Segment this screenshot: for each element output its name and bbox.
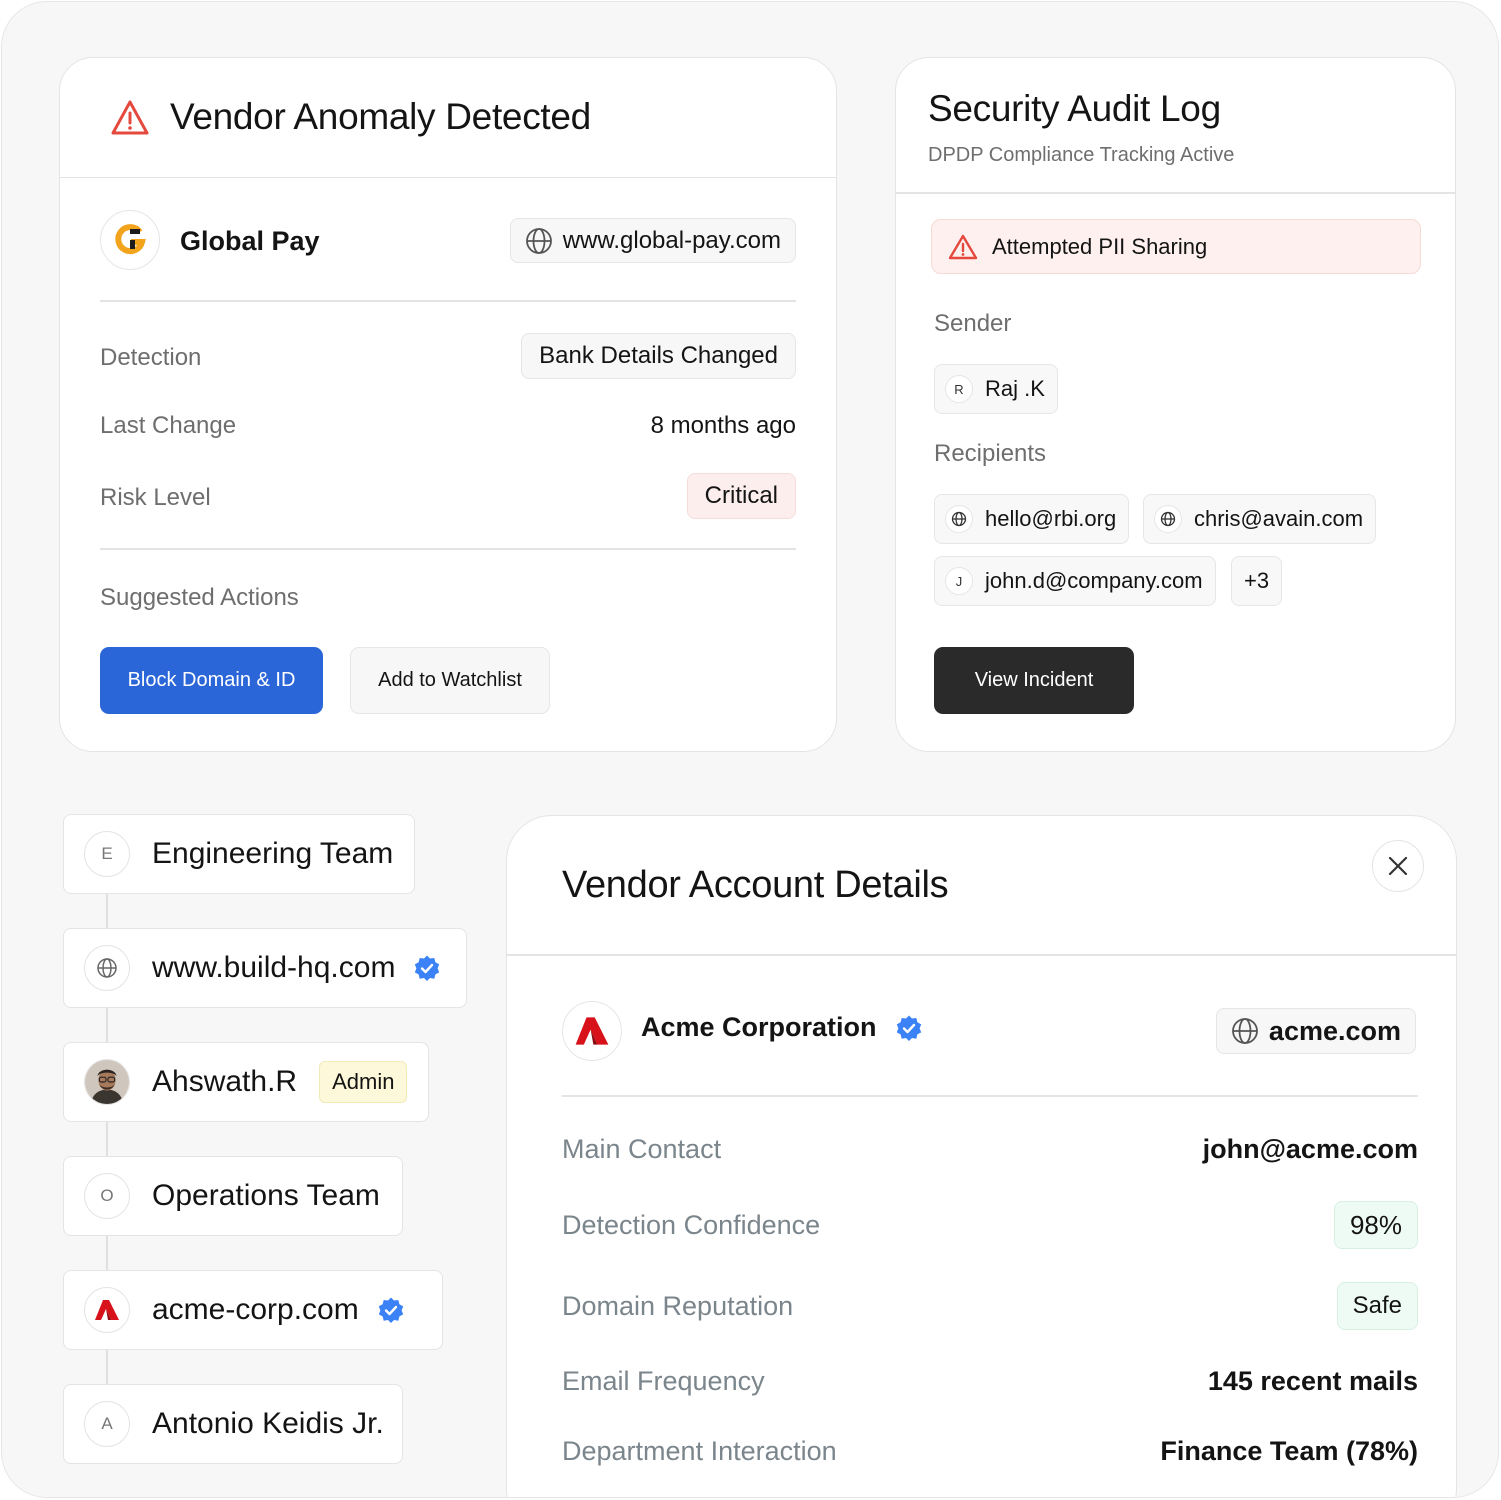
canvas: Vendor Anomaly Detected Global Pay www.g… (1, 1, 1499, 1498)
tree-item-label: Ahswath.R (152, 1065, 298, 1098)
tree-item-ahswath[interactable]: Ahswath.R Admin (63, 1042, 429, 1122)
recipient-chip[interactable]: chris@avain.com (1143, 494, 1377, 544)
risk-level-label: Risk Level (100, 484, 211, 511)
recipient-chip[interactable]: J john.d@company.com (934, 556, 1216, 606)
vendor-url-chip[interactable]: acme.com (1215, 1008, 1416, 1054)
recipient-email: hello@rbi.org (985, 506, 1117, 531)
anomaly-card-header: Vendor Anomaly Detected (60, 58, 836, 178)
audit-card-title: Security Audit Log (928, 88, 1221, 129)
detection-value: Bank Details Changed (521, 333, 796, 379)
divider (896, 192, 1455, 194)
user-initial: A (84, 1401, 130, 1447)
divider (100, 548, 796, 550)
recipient-email: john.d@company.com (985, 568, 1203, 593)
recipient-email: chris@avain.com (1194, 506, 1364, 531)
acme-logo-icon (84, 1287, 130, 1333)
tree-connector (106, 1006, 108, 1044)
tree-item-operations-team[interactable]: O Operations Team (63, 1156, 403, 1236)
globe-icon (945, 505, 973, 533)
acme-logo-icon (575, 1017, 609, 1045)
global-pay-logo-icon (115, 224, 146, 255)
close-button[interactable] (1372, 840, 1424, 892)
verified-badge-icon (378, 1297, 403, 1323)
risk-level-badge: Critical (686, 473, 796, 519)
tree-item-label: Operations Team (152, 1179, 380, 1212)
admin-badge: Admin (319, 1061, 408, 1103)
sender-initial: R (945, 375, 973, 403)
email-frequency-value: 145 recent mails (1207, 1366, 1418, 1396)
main-contact-value: john@acme.com (1202, 1134, 1418, 1164)
detection-confidence-badge: 98% (1333, 1201, 1418, 1249)
tree-item-acme-corp[interactable]: acme-corp.com (63, 1270, 443, 1350)
divider (507, 954, 1456, 956)
avatar (84, 1059, 130, 1105)
vendor-anomaly-card: Vendor Anomaly Detected Global Pay www.g… (59, 57, 837, 752)
department-interaction-value: Finance Team (78%) (1160, 1436, 1418, 1466)
recipient-chip[interactable]: hello@rbi.org (934, 494, 1130, 544)
sender-name: Raj .K (985, 376, 1045, 401)
email-frequency-label: Email Frequency (562, 1366, 765, 1396)
alert-text: Attempted PII Sharing (992, 233, 1208, 259)
vendor-url: acme.com (1268, 1015, 1401, 1046)
global-pay-logo (100, 210, 160, 270)
tree-item-label: www.build-hq.com (152, 951, 396, 984)
tree-item-label: Antonio Keidis Jr. (152, 1407, 384, 1440)
tree-item-label: Engineering Team (152, 837, 394, 870)
sender-chip[interactable]: R Raj .K (934, 364, 1058, 414)
suggested-actions-label: Suggested Actions (100, 584, 299, 611)
tree-item-build-hq[interactable]: www.build-hq.com (63, 928, 467, 1008)
divider (100, 300, 796, 302)
tree-connector (106, 1120, 108, 1158)
tree-connector (106, 1348, 108, 1386)
tree-item-antonio[interactable]: A Antonio Keidis Jr. (63, 1384, 403, 1464)
domain-reputation-badge: Safe (1336, 1282, 1418, 1330)
tree-item-engineering-team[interactable]: E Engineering Team (63, 814, 415, 894)
verified-badge-icon (415, 955, 440, 981)
vendor-account-details-card: Vendor Account Details Acme Corporation (506, 815, 1457, 1497)
warning-icon (111, 100, 149, 135)
detection-confidence-label: Detection Confidence (562, 1210, 821, 1240)
close-icon (1388, 856, 1408, 876)
verified-badge-icon (896, 1015, 921, 1041)
add-to-watchlist-button[interactable]: Add to Watchlist (350, 647, 550, 714)
last-change-label: Last Change (100, 412, 237, 439)
globe-icon (1232, 1018, 1258, 1044)
department-interaction-label: Department Interaction (562, 1436, 837, 1466)
recipient-initial: J (945, 567, 973, 595)
tree-connector (106, 892, 108, 930)
pii-alert-banner: Attempted PII Sharing (931, 219, 1421, 274)
team-initial: E (84, 831, 130, 877)
block-domain-button[interactable]: Block Domain & ID (100, 647, 323, 714)
more-recipients-chip[interactable]: +3 (1231, 556, 1283, 606)
globe-icon (84, 945, 130, 991)
security-audit-card: Security Audit Log DPDP Compliance Track… (895, 57, 1456, 752)
vendor-url-chip[interactable]: www.global-pay.com (509, 218, 796, 263)
recipients-label: Recipients (934, 440, 1047, 467)
last-change-value: 8 months ago (650, 412, 796, 439)
warning-icon (948, 234, 978, 259)
main-contact-label: Main Contact (562, 1134, 722, 1164)
anomaly-card-title: Vendor Anomaly Detected (170, 96, 591, 137)
sender-label: Sender (934, 310, 1012, 337)
vendor-name-row: Acme Corporation (641, 1012, 923, 1043)
globe-icon (525, 227, 552, 254)
globe-icon (1154, 505, 1182, 533)
domain-reputation-label: Domain Reputation (562, 1291, 794, 1321)
vendor-name: Global Pay (180, 226, 320, 256)
details-card-title: Vendor Account Details (562, 864, 949, 906)
acme-logo (562, 1001, 622, 1061)
vendor-url: www.global-pay.com (562, 226, 781, 254)
audit-card-subtitle: DPDP Compliance Tracking Active (928, 144, 1235, 166)
tree-item-label: acme-corp.com (152, 1293, 359, 1326)
vendor-name: Acme Corporation (641, 1012, 877, 1042)
tree-connector (106, 1234, 108, 1272)
view-incident-button[interactable]: View Incident (934, 647, 1134, 714)
team-initial: O (84, 1173, 130, 1219)
divider (562, 1095, 1418, 1097)
detection-label: Detection (100, 344, 202, 371)
